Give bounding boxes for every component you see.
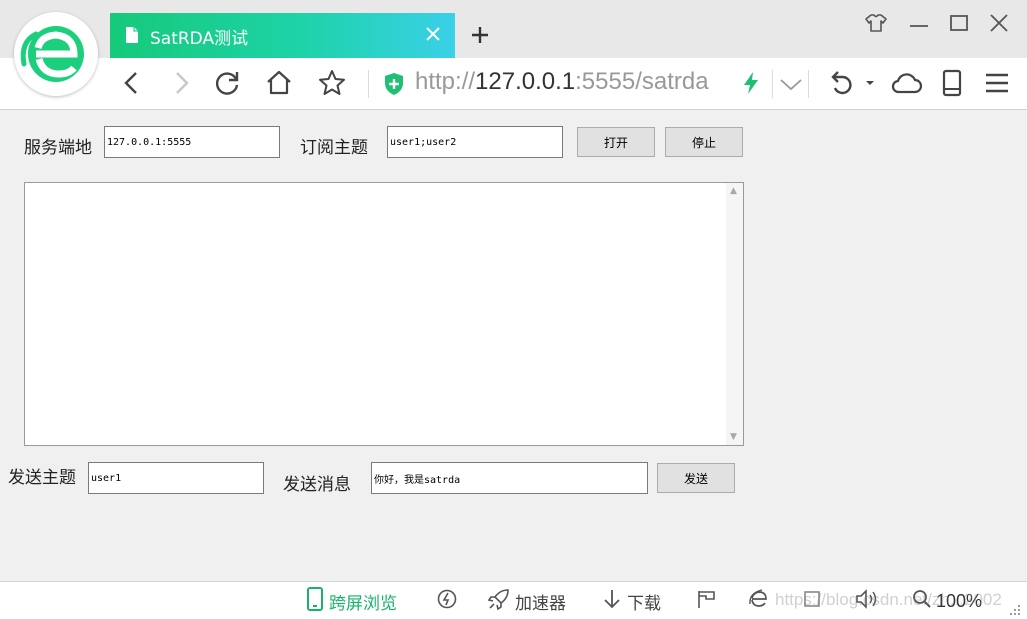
url-scheme: http:// [415,68,476,95]
minimize-icon[interactable] [906,10,932,36]
url-path: :5555/satrda [575,68,709,95]
refresh-icon[interactable] [213,68,243,98]
send-button[interactable]: 发送 [657,463,735,493]
flag-icon [696,588,718,614]
address-divider [808,70,809,98]
send-message-label: 发送消息 [283,475,351,495]
zoom-control[interactable]: 100% [912,582,982,619]
volume-icon [854,588,878,614]
download-button[interactable]: 下载 [602,582,661,619]
address-divider [368,70,369,98]
subscribe-topic-label: 订阅主题 [300,138,368,158]
home-icon[interactable] [264,68,294,98]
undo-icon[interactable] [826,68,876,98]
browser-statusbar: 跨屏浏览 加速器 下载 100% https://blog.csdn.net/z… [0,581,1027,619]
browser-logo-icon[interactable] [14,12,98,96]
close-icon[interactable] [422,23,444,45]
screenshot-icon [802,589,822,613]
bolt-icon[interactable] [742,71,760,99]
resize-grip-icon[interactable] [1008,602,1022,619]
message-log-textarea[interactable] [24,182,744,446]
send-topic-input[interactable] [88,462,264,494]
download-label: 下载 [627,593,661,614]
server-address-label: 服务端地 [24,138,92,158]
chevron-down-icon[interactable] [778,72,804,96]
accelerator-label: 加速器 [515,593,566,614]
document-icon [125,26,139,48]
server-address-input[interactable] [104,126,280,158]
plus-icon[interactable] [469,24,491,46]
accelerator-button[interactable]: 加速器 [487,582,566,619]
tab-title: SatRDA测试 [150,29,249,49]
address-url[interactable]: http://127.0.0.1:5555/satrda [415,68,709,96]
scroll-up-icon[interactable]: ▲ [730,186,737,196]
skin-shirt-icon[interactable] [863,10,889,36]
send-message-input[interactable] [371,462,648,494]
speed-icon [436,588,458,614]
cross-screen-button[interactable]: 跨屏浏览 [306,582,397,619]
speed-button[interactable] [436,582,458,619]
subscribe-topic-input[interactable] [387,126,563,158]
menu-icon[interactable] [982,68,1012,98]
ie-mode-button[interactable] [748,582,770,619]
feedback-button[interactable] [696,582,718,619]
page-content: 服务端地 订阅主题 打开 停止 ▲ ▼ 发送主题 发送消息 发送 [0,111,1027,581]
cloud-icon[interactable] [890,68,924,98]
ie-icon [748,588,770,614]
address-divider [772,70,773,98]
download-icon [602,588,622,614]
tablet-icon [306,587,324,615]
cross-screen-label: 跨屏浏览 [329,593,397,614]
open-button[interactable]: 打开 [577,127,655,157]
scroll-down-icon[interactable]: ▼ [730,432,737,442]
browser-tab-strip: SatRDA测试 [0,0,1027,58]
send-topic-label: 发送主题 [8,468,76,488]
shield-icon[interactable] [383,72,405,100]
log-scrollbar[interactable]: ▲ ▼ [726,183,743,445]
screenshot-button[interactable] [802,582,822,619]
back-icon[interactable] [117,68,147,98]
zoom-level: 100% [936,590,983,611]
volume-button[interactable] [854,582,878,619]
window-close-icon[interactable] [986,10,1012,36]
forward-icon[interactable] [166,68,196,98]
url-host: 127.0.0.1 [475,68,576,95]
rocket-icon [487,588,510,614]
zoom-icon [912,589,932,613]
phone-icon[interactable] [937,68,967,98]
active-tab[interactable]: SatRDA测试 [110,13,455,58]
stop-button[interactable]: 停止 [665,127,743,157]
maximize-icon[interactable] [946,10,972,36]
browser-toolbar: http://127.0.0.1:5555/satrda [0,58,1027,110]
star-icon[interactable] [317,68,347,98]
